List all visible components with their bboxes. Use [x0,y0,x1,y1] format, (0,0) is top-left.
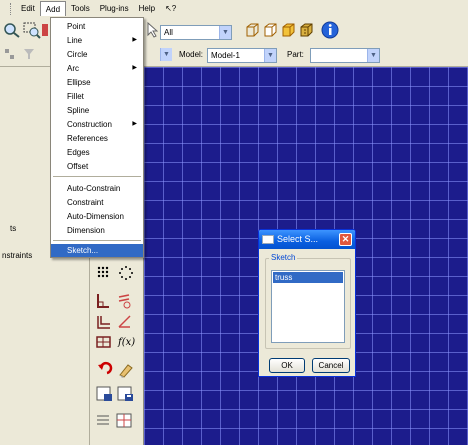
submenu-arrow-icon: ▶ [132,37,137,43]
window-icon [262,235,274,244]
layout-tools-icon[interactable] [95,412,137,430]
menu-item-label: Offset [67,162,89,171]
menu-item-auto-dimension[interactable]: Auto-Dimension [51,210,143,223]
menu-item-label: Auto-Dimension [67,212,124,221]
menu-item-label: Arc [67,64,79,73]
part-label: Part: [287,50,304,59]
submenu-arrow-icon: ▶ [132,65,137,71]
menu-item-line[interactable]: Line ▶ [51,34,143,47]
undo-erase-icon[interactable] [95,361,137,379]
menu-item-label: Circle [67,50,88,59]
shaded-render-icon[interactable] [281,22,295,40]
menu-item-spline[interactable]: Spline [51,104,143,117]
menu-item-label: Construction [67,120,112,129]
menu-bar: Edit Add Tools Plug-ins Help ↖? [0,0,468,17]
menu-edit[interactable]: Edit [16,1,40,16]
chevron-down-icon: ▼ [219,26,231,39]
menu-item-references[interactable]: References [51,132,143,145]
select-arrow-icon[interactable] [146,21,159,39]
sketch-group-label: Sketch [269,253,298,262]
constraint-tools-icon[interactable] [95,292,137,310]
chevron-down-icon: ▼ [367,49,379,62]
selection-filter-value: All [164,28,173,37]
grid-points-icon[interactable] [95,263,137,281]
dimension-tools-icon[interactable] [95,312,137,330]
menu-item-offset[interactable]: Offset [51,160,143,173]
context-help-button[interactable]: ↖? [160,1,181,16]
menu-help[interactable]: Help [134,1,160,16]
menu-add[interactable]: Add [39,1,67,16]
info-icon[interactable] [320,20,340,39]
menu-item-label: Ellipse [67,78,91,87]
menu-item-label: Edges [67,148,90,157]
menu-item-label: Auto-Constrain [67,184,121,193]
cancel-button[interactable]: Cancel [312,358,350,373]
wireframe-render-icon[interactable] [245,22,259,40]
dialog-titlebar[interactable]: Select S... ✕ [259,230,355,249]
shaded-edges-render-icon[interactable] [299,22,313,40]
tree-item-fragment[interactable]: ts [10,223,16,235]
list-item[interactable]: truss [273,272,343,283]
model-label: Model: [179,50,204,59]
select-sketch-dialog: Select S... ✕ Sketch truss OK Cancel [258,229,356,377]
menu-plugins[interactable]: Plug-ins [95,1,134,16]
menu-item-label: Spline [67,106,90,115]
dialog-title: Select S... [277,234,319,244]
model-select[interactable]: Model-1 ▼ [207,48,277,63]
ok-button[interactable]: OK [269,358,305,373]
menu-item-constraint[interactable]: Constraint [51,196,143,209]
menu-item-fillet[interactable]: Fillet [51,90,143,103]
toolbar-grip [10,2,13,15]
filter-icon[interactable] [22,46,36,64]
fx-button[interactable]: f(x) [118,337,135,349]
sketch-listbox[interactable]: truss [271,270,345,343]
menu-item-label: Constraint [67,198,104,207]
chevron-down-icon: ▼ [264,49,276,62]
menu-item-label: Dimension [67,226,105,235]
tree-icon[interactable] [3,46,17,64]
selection-filter-select[interactable]: All ▼ [160,25,232,40]
menu-separator [53,240,141,241]
menu-item-auto-constrain[interactable]: Auto-Constrain [51,182,143,195]
menu-item-label: References [67,134,108,143]
menu-item-dimension[interactable]: Dimension [51,224,143,237]
menu-item-point[interactable]: Point [51,20,143,33]
module-select-tail[interactable]: ▼ [148,48,174,63]
sketch-save-retrieve-icon[interactable] [95,385,137,403]
menu-item-label: Line [67,36,83,45]
menu-separator [53,176,141,177]
tree-item-constraints-fragment[interactable]: nstraints [2,250,32,262]
sketch-icon[interactable] [42,21,48,39]
add-menu-dropdown: Point Line ▶ Circle Arc ▶ Ellipse Fillet S… [50,17,144,258]
menu-item-ellipse[interactable]: Ellipse [51,76,143,89]
parameter-manager-icon[interactable] [95,333,113,351]
menu-tools[interactable]: Tools [66,1,95,16]
menu-item-label: Point [67,22,86,31]
menu-item-sketch[interactable]: Sketch... [51,244,143,257]
part-select[interactable]: ▼ [310,48,380,63]
chevron-down-icon: ▼ [160,48,172,61]
menu-item-label: Sketch... [67,246,99,255]
close-icon[interactable]: ✕ [339,233,352,246]
zoom-icon[interactable] [2,21,22,39]
menu-item-construction[interactable]: Construction ▶ [51,118,143,131]
box-zoom-icon[interactable] [22,21,42,39]
menu-item-arc[interactable]: Arc ▶ [51,62,143,75]
hidden-line-render-icon[interactable] [263,22,277,40]
submenu-arrow-icon: ▶ [132,121,137,127]
menu-item-circle[interactable]: Circle [51,48,143,61]
model-select-value: Model-1 [211,51,240,60]
menu-item-label: Fillet [67,92,84,101]
menu-item-edges[interactable]: Edges [51,146,143,159]
